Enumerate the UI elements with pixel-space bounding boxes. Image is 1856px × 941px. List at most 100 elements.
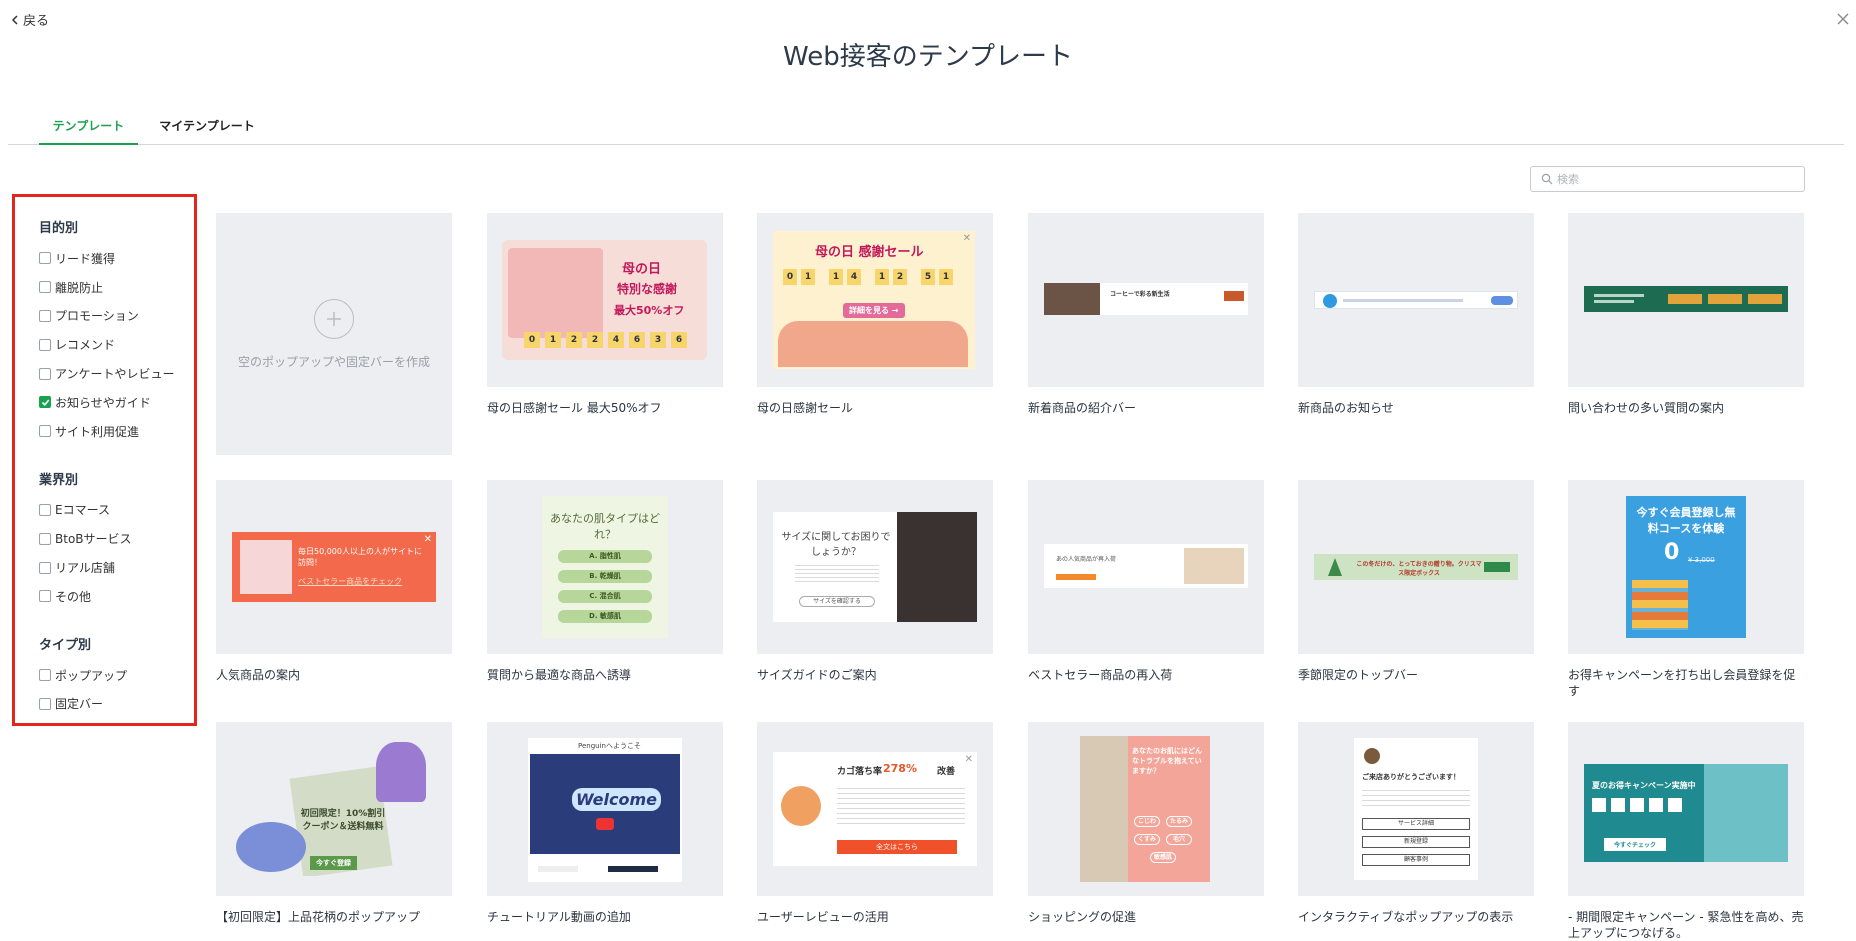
filter-heading: タイプ別 xyxy=(39,637,92,653)
filter-panel: 目的別 リード獲得 離脱防止 プロモーション レコメンド アンケートやレビュー … xyxy=(12,194,197,726)
checkbox[interactable] xyxy=(39,503,51,516)
checkbox[interactable] xyxy=(39,338,51,351)
filter-ecommerce[interactable]: Eコマース xyxy=(39,496,194,525)
countdown xyxy=(1592,798,1682,812)
digit: 6 xyxy=(629,332,645,348)
checkbox[interactable] xyxy=(39,561,51,574)
preview-text: この冬だけの、とっておきの贈り物。クリスマス限定ボックス xyxy=(1356,561,1482,577)
video-player: Welcome xyxy=(530,754,680,854)
popup-preview: 初回限定！10%割引クーポン＆送料無料 今すぐ登録 xyxy=(236,742,436,876)
preview-title: カゴ落ち率 xyxy=(837,767,883,777)
preview-headline: 母の日 xyxy=(622,262,662,277)
template-thumbnail: あなたの肌タイプはどれ？ A. 脂性肌 B. 乾燥肌 C. 混合肌 D. 敏感肌 xyxy=(487,480,723,654)
template-card[interactable]: 新商品のお知らせ xyxy=(1298,213,1534,416)
checkbox[interactable] xyxy=(39,281,51,294)
template-thumbnail: あの人気商品が再入荷 xyxy=(1028,480,1264,654)
checkbox[interactable] xyxy=(39,252,51,265)
template-card[interactable]: 問い合わせの多い質問の案内 xyxy=(1568,213,1804,416)
template-card[interactable]: あなたのお肌にはどんなトラブルを抱えていますか？ こじわ たるみ くすみ 毛穴 … xyxy=(1028,722,1264,925)
template-card[interactable]: 母の日 感謝セール ✕ 0 1 1 4 1 2 5 1 詳細を見る → 母の日感… xyxy=(757,213,993,416)
template-card[interactable]: カゴ落ち率 278% 改善 全文はこちら ✕ ユーザーレビューの活用 xyxy=(757,722,993,925)
template-thumbnail: 毎日50,000人以上の人がサイトに訪問！ ベストセラー商品をチェック ✕ xyxy=(216,480,452,654)
preview-button xyxy=(1708,294,1742,304)
filter-recommend[interactable]: レコメンド xyxy=(39,330,194,359)
search-input[interactable] xyxy=(1557,172,1797,186)
template-card[interactable]: コーヒーで彩る新生活 新着商品の紹介バー xyxy=(1028,213,1264,416)
template-card[interactable]: 今すぐ会員登録し無料コースを体験 0 ¥ 3,000 お得キャンペーンを打ち出し… xyxy=(1568,480,1804,699)
checkbox[interactable] xyxy=(39,309,51,322)
preview-price: 0 xyxy=(1664,540,1680,565)
search-icon xyxy=(1541,173,1553,185)
template-label: インタラクティブなポップアップの表示 xyxy=(1298,910,1514,924)
filter-popup[interactable]: ポップアップ xyxy=(39,661,194,690)
bar-preview: あの人気商品が再入荷 xyxy=(1044,544,1248,588)
tab-templates[interactable]: テンプレート xyxy=(39,113,138,145)
preview-button xyxy=(608,866,658,872)
chevron-left-icon xyxy=(11,14,18,25)
template-thumbnail: あなたのお肌にはどんなトラブルを抱えていますか？ こじわ たるみ くすみ 毛穴 … xyxy=(1028,722,1264,896)
template-label: ショッピングの促進 xyxy=(1028,910,1137,924)
template-card[interactable]: 夏のお得キャンペーン実施中 今すぐチェック - 期間限定キャンペーン - 緊急性… xyxy=(1568,722,1804,941)
preview-percent: 278% xyxy=(883,762,917,775)
template-card[interactable]: あの人気商品が再入荷 ベストセラー商品の再入荷 xyxy=(1028,480,1264,683)
filter-survey[interactable]: アンケートやレビュー xyxy=(39,359,194,388)
checkbox[interactable] xyxy=(39,367,51,380)
template-card[interactable]: 毎日50,000人以上の人がサイトに訪問！ ベストセラー商品をチェック ✕ 人気… xyxy=(216,480,452,683)
tab-my-templates[interactable]: マイテンプレート xyxy=(155,113,259,145)
filter-heading: 目的別 xyxy=(39,221,79,236)
template-card[interactable]: 母の日 特別な感謝 最大50%オフ 0 1 2 2 4 6 3 6 母の日感謝セ… xyxy=(487,213,723,416)
filter-site-usage[interactable]: サイト利用促進 xyxy=(39,417,194,446)
avatar xyxy=(781,786,821,826)
bar-preview: コーヒーで彩る新生活 xyxy=(1044,283,1248,315)
preview-button: サービス詳細 xyxy=(1362,818,1470,830)
checkbox-checked[interactable] xyxy=(39,396,51,409)
back-button[interactable]: 戻る xyxy=(10,10,49,29)
filter-promotion[interactable]: プロモーション xyxy=(39,302,194,331)
filter-label: プロモーション xyxy=(55,309,139,324)
template-thumbnail: コーヒーで彩る新生活 xyxy=(1028,213,1264,387)
preview-suffix: 改善 xyxy=(937,767,956,777)
filter-churn[interactable]: 離脱防止 xyxy=(39,273,194,302)
popup-preview: 毎日50,000人以上の人がサイトに訪問！ ベストセラー商品をチェック ✕ xyxy=(232,532,436,602)
preview-headline: 母の日 感謝セール xyxy=(815,245,924,260)
product-image xyxy=(1184,548,1244,584)
filter-other[interactable]: その他 xyxy=(39,582,194,611)
template-thumbnail: カゴ落ち率 278% 改善 全文はこちら ✕ xyxy=(757,722,993,896)
checkbox[interactable] xyxy=(39,590,51,603)
filter-btob[interactable]: BtoBサービス xyxy=(39,524,194,553)
template-card[interactable]: サイズに関してお困りでしょうか？ サイズを確認する サイズガイドのご案内 xyxy=(757,480,993,683)
template-card[interactable]: あなたの肌タイプはどれ？ A. 脂性肌 B. 乾燥肌 C. 混合肌 D. 敏感肌… xyxy=(487,480,723,683)
checkbox[interactable] xyxy=(39,697,51,710)
template-label: 新商品のお知らせ xyxy=(1298,401,1394,415)
template-card[interactable]: Penguinへようこそ Welcome チュートリアル動画の追加 xyxy=(487,722,723,925)
preview-button: サイズを確認する xyxy=(799,596,875,607)
close-icon: ✕ xyxy=(964,754,973,765)
filter-retail[interactable]: リアル店舗 xyxy=(39,553,194,582)
preview-text: あの人気商品が再入荷 xyxy=(1056,556,1117,563)
preview-old-price: ¥ 3,000 xyxy=(1688,556,1715,564)
close-icon[interactable] xyxy=(1836,12,1850,26)
filter-news[interactable]: お知らせやガイド xyxy=(39,388,194,417)
template-thumbnail: 初回限定！10%割引クーポン＆送料無料 今すぐ登録 xyxy=(216,722,452,896)
create-blank-card[interactable]: 空のポップアップや固定バーを作成 xyxy=(216,213,452,455)
template-label: お得キャンペーンを打ち出し会員登録を促す xyxy=(1568,668,1796,698)
template-label: サイズガイドのご案内 xyxy=(757,668,877,682)
checkbox[interactable] xyxy=(39,532,51,545)
filter-label: Eコマース xyxy=(55,503,110,518)
template-card[interactable]: この冬だけの、とっておきの贈り物。クリスマス限定ボックス 季節限定のトップバー xyxy=(1298,480,1534,683)
checkbox[interactable] xyxy=(39,425,51,438)
template-card[interactable]: ご来店ありがとうございます！ サービス詳細 新規登録 顧客事例 インタラクティブ… xyxy=(1298,722,1534,925)
preview-text: 初回限定！10%割引クーポン＆送料無料 xyxy=(300,809,386,832)
checkbox[interactable] xyxy=(39,669,51,682)
template-label: 人気商品の案内 xyxy=(216,668,301,682)
preview-button xyxy=(1224,291,1244,301)
digit: 1 xyxy=(829,269,843,285)
product-image xyxy=(240,540,292,594)
template-card[interactable]: 初回限定！10%割引クーポン＆送料無料 今すぐ登録 【初回限定】上品花柄のポップ… xyxy=(216,722,452,925)
preview-title: サイズに関してお困りでしょうか？ xyxy=(781,532,891,558)
product-image xyxy=(1080,736,1128,882)
countdown: 0 1 2 2 4 6 3 6 xyxy=(524,332,690,348)
filter-label: レコメンド xyxy=(55,338,116,353)
filter-fixed-bar[interactable]: 固定バー xyxy=(39,690,194,719)
filter-lead[interactable]: リード獲得 xyxy=(39,244,194,273)
